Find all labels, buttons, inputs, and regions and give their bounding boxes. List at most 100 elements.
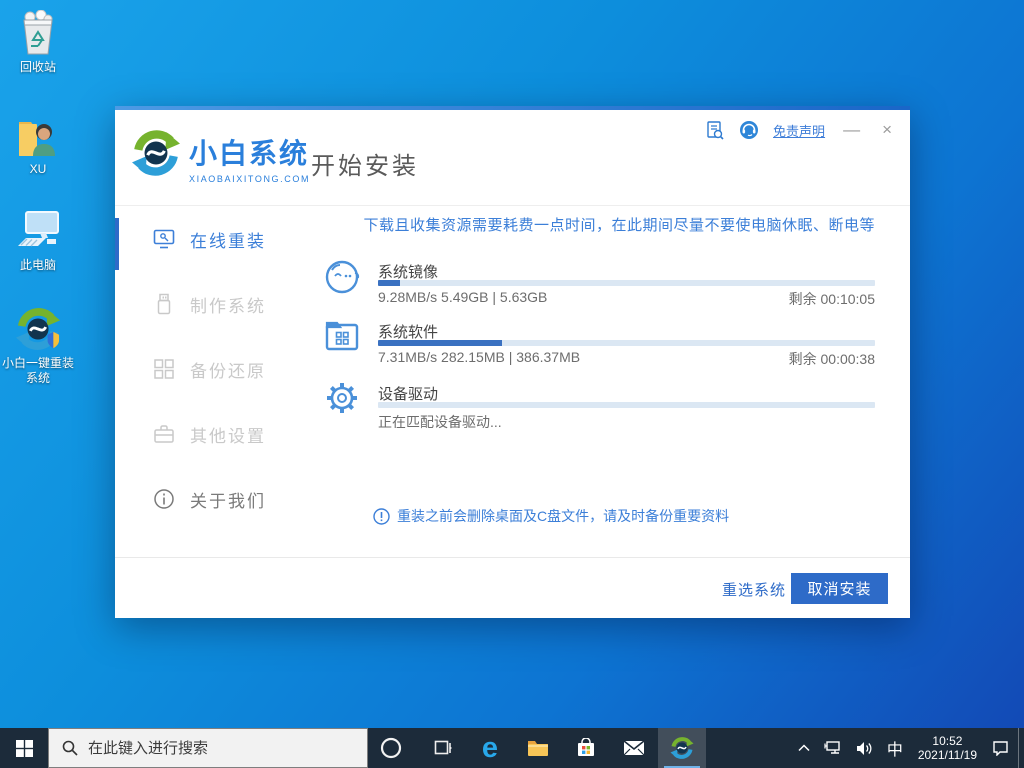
backup-warning-text: 重装之前会删除桌面及C盘文件，请及时备份重要资料 bbox=[397, 506, 729, 526]
show-desktop-button[interactable] bbox=[1018, 728, 1024, 768]
store-icon bbox=[576, 738, 596, 758]
speaker-icon bbox=[856, 741, 873, 756]
xiaobai-window: 小白系统 XIAOBAIXITONG.COM 开始安装 bbox=[115, 106, 910, 618]
search-input[interactable] bbox=[88, 740, 338, 757]
backup-restore-icon bbox=[153, 358, 175, 380]
header-actions: 免责声明 — × bbox=[705, 120, 896, 140]
volume-tray-button[interactable] bbox=[849, 728, 880, 768]
action-center-button[interactable] bbox=[985, 728, 1016, 768]
download-warning-text: 下载且收集资源需要耗费一点时间，在此期间尽量不要使电脑休眠、断电等 bbox=[363, 214, 875, 235]
cortana-button[interactable] bbox=[368, 728, 414, 768]
task-view-button[interactable] bbox=[418, 728, 466, 768]
page-title: 开始安装 bbox=[311, 146, 419, 181]
desktop-icon-xiaobai-reinstall[interactable]: 小白一键重装系统 bbox=[0, 306, 76, 386]
window-header: 小白系统 XIAOBAIXITONG.COM 开始安装 bbox=[115, 110, 910, 206]
cancel-install-button[interactable]: 取消安装 bbox=[791, 573, 888, 604]
device-driver-gear-icon bbox=[322, 378, 362, 418]
sidebar-item-about-us[interactable]: 关于我们 bbox=[115, 474, 295, 524]
task-name: 系统软件 bbox=[378, 321, 438, 342]
brand-block: 小白系统 XIAOBAIXITONG.COM bbox=[189, 132, 310, 184]
clock-date: 2021/11/19 bbox=[918, 748, 977, 762]
info-icon bbox=[153, 488, 175, 510]
backup-warning: 重装之前会删除桌面及C盘文件，请及时备份重要资料 bbox=[373, 506, 729, 526]
reselect-system-link[interactable]: 重选系统 bbox=[722, 579, 786, 600]
taskbar-search[interactable] bbox=[48, 728, 368, 768]
system-software-folder-icon bbox=[322, 316, 362, 356]
edge-icon: e bbox=[482, 734, 498, 763]
task-status: 正在匹配设备驱动... bbox=[378, 412, 502, 432]
network-tray-button[interactable] bbox=[817, 728, 849, 768]
network-icon bbox=[824, 740, 842, 756]
task-remaining-time: 剩余 00:10:05 bbox=[789, 289, 875, 309]
changelog-icon[interactable] bbox=[705, 120, 725, 140]
chevron-up-icon bbox=[798, 744, 810, 752]
desktop-icon-recycle-bin[interactable]: 回收站 bbox=[0, 10, 76, 75]
xiaobai-logo-icon bbox=[670, 736, 694, 760]
task-name: 设备驱动 bbox=[378, 383, 438, 404]
system-image-progressbar bbox=[378, 280, 875, 286]
mail-icon bbox=[623, 740, 645, 756]
system-software-progressbar bbox=[378, 340, 875, 346]
mail-button[interactable] bbox=[610, 728, 658, 768]
active-indicator bbox=[115, 218, 119, 270]
desktop-icon-user-folder[interactable]: XU bbox=[0, 112, 76, 177]
desktop: 回收站 XU 此电脑 bbox=[0, 0, 1024, 768]
sidebar-item-label: 关于我们 bbox=[190, 487, 266, 512]
store-button[interactable] bbox=[562, 728, 610, 768]
disclaimer-link[interactable]: 免责声明 bbox=[773, 121, 825, 140]
device-driver-progressbar bbox=[378, 402, 875, 408]
close-button[interactable]: × bbox=[878, 120, 896, 140]
sidebar-item-label: 在线重装 bbox=[190, 227, 266, 252]
sidebar-item-label: 制作系统 bbox=[190, 292, 266, 317]
task-name: 系统镜像 bbox=[378, 261, 438, 282]
desktop-icon-label: 此电脑 bbox=[0, 258, 76, 273]
recycle-bin-icon bbox=[0, 10, 76, 56]
action-center-icon bbox=[992, 740, 1009, 756]
toolbox-icon bbox=[153, 423, 175, 445]
task-detail: 7.31MB/s 282.15MB | 386.37MB bbox=[378, 349, 580, 365]
task-remaining-time: 剩余 00:00:38 bbox=[789, 349, 875, 369]
file-explorer-icon bbox=[527, 739, 549, 757]
system-tray: 中 10:52 2021/11/19 bbox=[791, 728, 1016, 768]
brand-name: 小白系统 bbox=[189, 132, 310, 172]
edge-button[interactable]: e bbox=[466, 728, 514, 768]
search-icon bbox=[62, 740, 78, 756]
xiaobai-logo-icon bbox=[0, 306, 76, 352]
sidebar-item-label: 其他设置 bbox=[190, 422, 266, 447]
file-explorer-button[interactable] bbox=[514, 728, 562, 768]
progress-fill bbox=[378, 280, 400, 286]
system-image-face-icon bbox=[322, 256, 362, 296]
window-footer: 重选系统 取消安装 bbox=[115, 557, 910, 618]
taskbar-clock[interactable]: 10:52 2021/11/19 bbox=[910, 734, 985, 762]
desktop-icon-label: 小白一键重装系统 bbox=[0, 356, 76, 386]
sidebar-item-other-settings[interactable]: 其他设置 bbox=[115, 409, 295, 459]
progress-fill bbox=[378, 340, 502, 346]
cortana-icon bbox=[379, 736, 403, 760]
sidebar-item-make-system[interactable]: 制作系统 bbox=[115, 279, 295, 329]
sidebar-item-online-reinstall[interactable]: 在线重装 bbox=[115, 214, 295, 264]
sidebar-item-backup-restore[interactable]: 备份还原 bbox=[115, 344, 295, 394]
install-progress-panel: 下载且收集资源需要耗费一点时间，在此期间尽量不要使电脑休眠、断电等 系统镜像 9… bbox=[295, 206, 910, 557]
tray-expand-button[interactable] bbox=[791, 728, 817, 768]
ime-indicator[interactable]: 中 bbox=[880, 728, 910, 768]
taskbar-apps: e bbox=[418, 728, 706, 768]
customer-service-icon[interactable] bbox=[739, 120, 759, 140]
online-reinstall-icon bbox=[153, 228, 175, 250]
task-view-icon bbox=[432, 739, 452, 757]
this-pc-icon bbox=[0, 208, 76, 254]
desktop-icon-this-pc[interactable]: 此电脑 bbox=[0, 208, 76, 273]
task-detail: 9.28MB/s 5.49GB | 5.63GB bbox=[378, 289, 547, 305]
xiaobai-logo-icon bbox=[131, 128, 181, 178]
clock-time: 10:52 bbox=[918, 734, 977, 748]
sidebar-item-label: 备份还原 bbox=[190, 357, 266, 382]
usb-drive-icon bbox=[153, 293, 175, 315]
minimize-button[interactable]: — bbox=[839, 120, 864, 140]
xiaobai-taskbar-button[interactable] bbox=[658, 728, 706, 768]
desktop-icon-label: 回收站 bbox=[0, 60, 76, 75]
desktop-icon-label: XU bbox=[0, 162, 76, 177]
user-folder-icon bbox=[0, 112, 76, 158]
windows-logo-icon bbox=[16, 740, 33, 757]
start-button[interactable] bbox=[0, 728, 48, 768]
taskbar: e bbox=[0, 728, 1024, 768]
warning-icon bbox=[373, 508, 390, 525]
